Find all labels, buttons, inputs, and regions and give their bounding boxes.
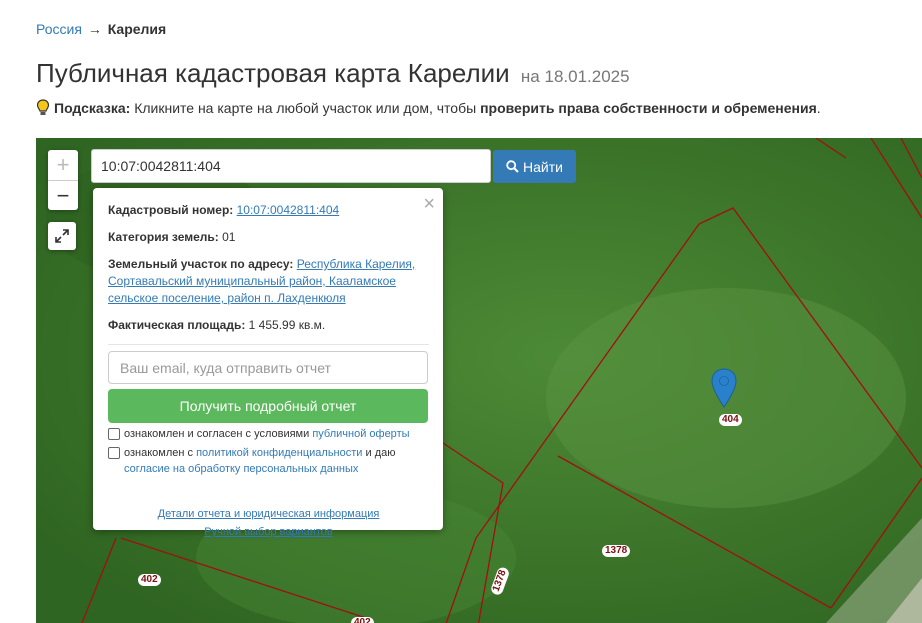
search-button-label: Найти <box>523 158 563 175</box>
get-report-button[interactable]: Получить подробный отчет <box>108 389 428 423</box>
hint-label: Подсказка: <box>54 100 131 116</box>
hint-end: . <box>816 100 821 116</box>
search-icon <box>506 160 519 173</box>
address-row: Земельный участок по адресу: Республика … <box>108 256 429 307</box>
cadastral-number-label: Кадастровый номер: <box>108 203 234 217</box>
address-label: Земельный участок по адресу: <box>108 257 294 271</box>
land-category-value: 01 <box>222 230 236 244</box>
page-title: Публичная кадастровая карта Карелии на 1… <box>36 58 630 89</box>
divider <box>108 344 429 345</box>
breadcrumb: Россия → Карелия <box>36 21 166 37</box>
public-offer-link[interactable]: публичной оферты <box>312 428 409 440</box>
zoom-in-button[interactable]: + <box>48 150 78 180</box>
parcel-info-popup: × Кадастровый номер: 10:07:0042811:404 К… <box>93 188 443 538</box>
privacy-consent-mid: и даю <box>365 447 396 459</box>
breadcrumb-link-russia[interactable]: Россия <box>36 21 82 37</box>
privacy-policy-link[interactable]: политикой конфиденциальности <box>196 447 362 459</box>
offer-consent-text: ознакомлен и согласен с условиями <box>124 428 310 440</box>
email-field[interactable] <box>108 351 428 384</box>
privacy-consent-text: ознакомлен с <box>124 447 194 459</box>
search-button[interactable]: Найти <box>493 150 576 183</box>
cadastral-number-row: Кадастровый номер: 10:07:0042811:404 <box>108 202 429 219</box>
privacy-consent-checkbox[interactable] <box>108 447 120 459</box>
parcel-label[interactable]: 404 <box>719 414 742 426</box>
zoom-control: + − <box>48 150 78 210</box>
fullscreen-button[interactable] <box>48 222 76 250</box>
offer-consent-checkbox[interactable] <box>108 428 120 440</box>
expand-icon <box>55 229 69 243</box>
hint: Подсказка: Кликните на карте на любой уч… <box>36 99 821 117</box>
area-row: Фактическая площадь: 1 455.99 кв.м. <box>108 317 429 334</box>
page-title-text: Публичная кадастровая карта Карелии <box>36 58 510 88</box>
breadcrumb-separator: → <box>87 21 102 37</box>
cadastral-number-link[interactable]: 10:07:0042811:404 <box>237 203 340 217</box>
manual-selection-link[interactable]: Ручной выбор вариантов <box>204 526 332 538</box>
area-value: 1 455.99 кв.м. <box>248 318 326 332</box>
lightbulb-icon <box>36 99 50 115</box>
breadcrumb-current: Карелия <box>107 21 167 37</box>
personal-data-consent-link[interactable]: согласие на обработку персональных данны… <box>124 463 358 475</box>
location-marker-icon[interactable] <box>711 368 737 408</box>
zoom-out-button[interactable]: − <box>48 180 78 210</box>
cadastral-map[interactable]: + − Найти 404 1378 1378 402 402 × Кадаст… <box>36 138 922 623</box>
land-category-row: Категория земель: 01 <box>108 229 429 246</box>
offer-consent-checkbox-row: ознакомлен и согласен с условиями публич… <box>108 426 429 442</box>
page-date: на 18.01.2025 <box>520 67 630 86</box>
parcel-label[interactable]: 1378 <box>602 545 631 557</box>
land-category-label: Категория земель: <box>108 230 219 244</box>
report-details-link[interactable]: Детали отчета и юридическая информация <box>158 508 380 520</box>
hint-text: Кликните на карте на любой участок или д… <box>134 100 477 116</box>
hint-strong: проверить права собственности и обремене… <box>480 100 817 116</box>
close-icon[interactable]: × <box>423 193 435 216</box>
parcel-label[interactable]: 402 <box>138 574 161 586</box>
area-label: Фактическая площадь: <box>108 318 246 332</box>
search-input[interactable] <box>91 149 491 183</box>
privacy-consent-checkbox-row: ознакомлен с политикой конфиденциальност… <box>108 445 429 477</box>
popup-footer-links: Детали отчета и юридическая информация Р… <box>108 505 429 541</box>
parcel-label[interactable]: 402 <box>351 617 374 623</box>
